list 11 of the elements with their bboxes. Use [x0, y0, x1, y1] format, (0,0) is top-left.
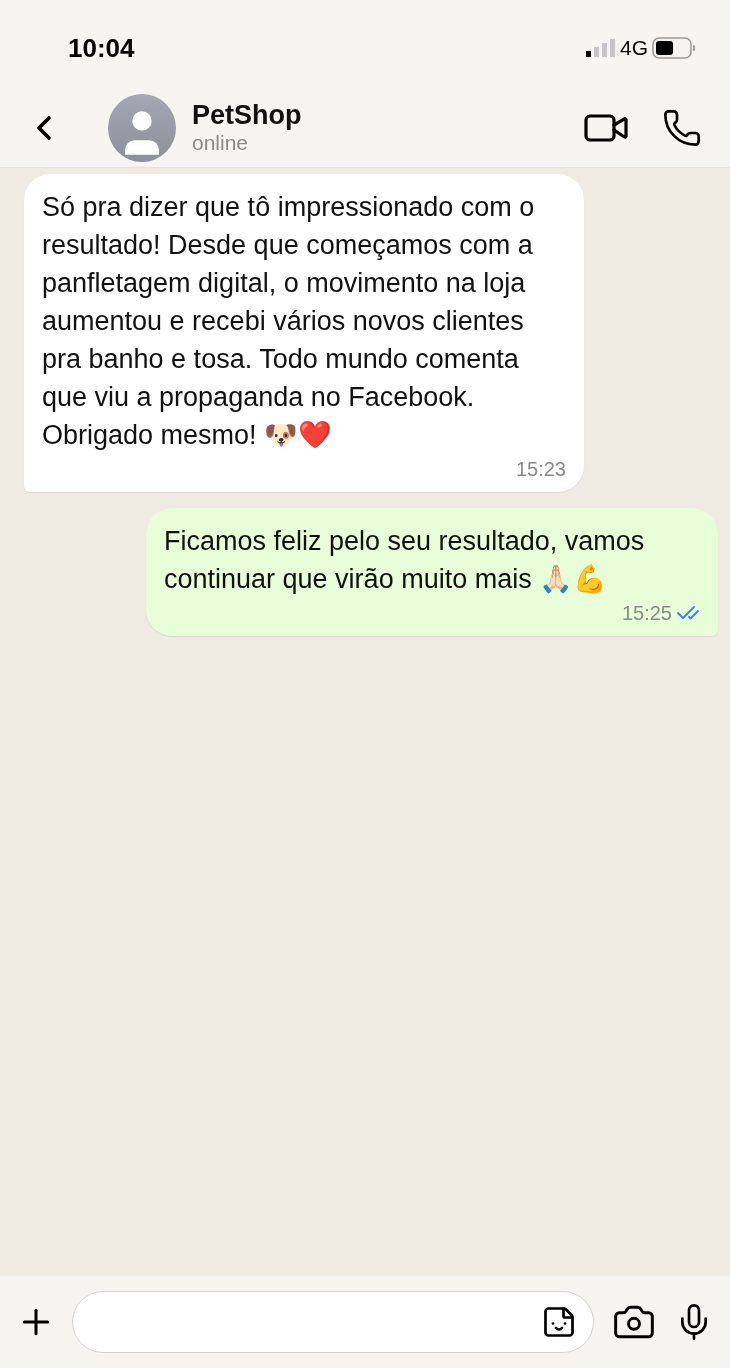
clock: 10:04 — [68, 31, 135, 65]
battery-icon — [652, 37, 696, 59]
network-type: 4G — [620, 35, 648, 62]
sticker-icon[interactable] — [541, 1304, 577, 1340]
message-time: 15:25 — [621, 601, 672, 626]
message-time: 15:23 — [515, 457, 566, 482]
contact-status: online — [192, 130, 250, 156]
signal-icon — [586, 38, 616, 58]
message-text: Só pra dizer que tô impressionado com o resultado! Desde que começamos com a panfletagem digital, o movimento na loja aumentou e recebi vários novos clientes pra banho e tosa. Todo mundo comenta que viu a propaganda no Facebook. Obrigado mesmo! 🐶❤ — [42, 191, 536, 452]
contact-name: PetShop — [192, 99, 303, 130]
message-text: Ficamos feliz pelo seu resultado, vamos continuar que virão muito mais 🙏🏻💪 — [164, 525, 646, 596]
